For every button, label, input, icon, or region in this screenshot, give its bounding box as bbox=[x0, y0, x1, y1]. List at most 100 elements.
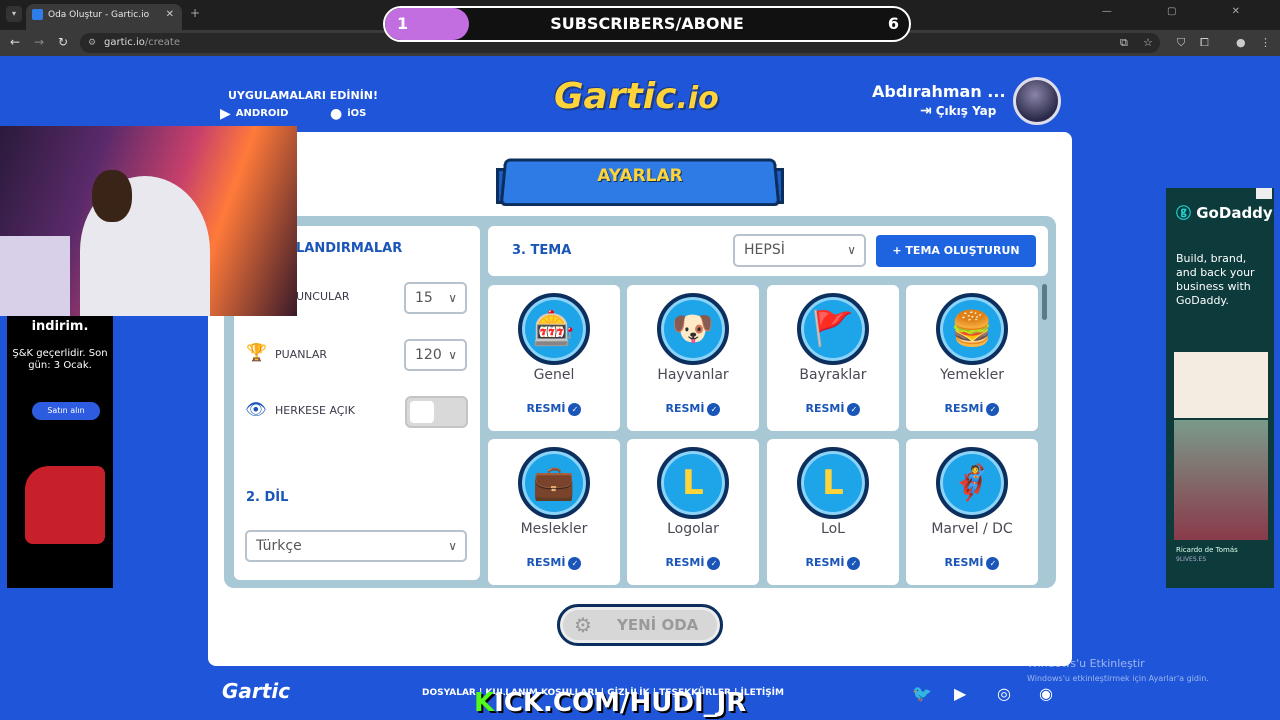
windows-activate-subtitle: Windows'u etkinleştirmek için Ayarlar'a … bbox=[1027, 674, 1209, 683]
theme-icon-glyph: 🐶 bbox=[671, 309, 715, 349]
ios-link[interactable]: ● iOS bbox=[330, 106, 366, 122]
youtube-icon[interactable]: ▶ bbox=[954, 684, 966, 703]
official-badge: RESMİ ✓ bbox=[767, 402, 899, 416]
theme-icon-glyph: 🎰 bbox=[532, 309, 576, 349]
twitter-icon[interactable]: 🐦 bbox=[912, 684, 932, 703]
official-badge: RESMİ ✓ bbox=[767, 556, 899, 570]
windows-activate-title: Windows'u Etkinleştir bbox=[1027, 657, 1145, 670]
verified-check-icon: ✓ bbox=[568, 557, 582, 570]
footer-logo[interactable]: Gartic bbox=[222, 679, 290, 703]
language-select[interactable]: Türkçe ∨ bbox=[245, 530, 467, 562]
theme-name: Bayraklar bbox=[799, 367, 867, 383]
reload-icon[interactable]: ↻ bbox=[58, 35, 68, 49]
bookmark-star-icon[interactable]: ☆ bbox=[1143, 36, 1153, 49]
theme-tile[interactable]: L LoL RESMİ ✓ bbox=[767, 439, 899, 585]
burger-icon: 🍔 bbox=[936, 293, 1008, 365]
public-toggle[interactable] bbox=[405, 396, 468, 428]
subscriber-goal: 6 bbox=[887, 14, 899, 33]
apps-promo-title: UYGULAMALARI EDİNİN! bbox=[228, 89, 379, 102]
tab-title: Oda Oluştur - Gartic.io bbox=[48, 10, 150, 20]
close-tab-icon[interactable]: ✕ bbox=[166, 4, 174, 26]
verified-check-icon: ✓ bbox=[568, 403, 582, 416]
discord-icon[interactable]: ◉ bbox=[1039, 684, 1053, 703]
godaddy-icon: ⓖ bbox=[1176, 204, 1192, 222]
new-tab-icon[interactable]: + bbox=[190, 6, 200, 20]
chevron-down-icon: ∨ bbox=[448, 539, 457, 553]
profile-icon[interactable]: ● bbox=[1236, 36, 1246, 49]
ad-artwork bbox=[25, 466, 105, 544]
shield-extension-icon[interactable]: ⛉ bbox=[1177, 36, 1185, 50]
right-ad-banner[interactable]: ⓖ GoDaddy Build, brand, and back your bu… bbox=[1166, 188, 1274, 588]
official-badge: RESMİ ✓ bbox=[488, 402, 620, 416]
lol-icon: L bbox=[797, 447, 869, 519]
plus-icon: + bbox=[892, 244, 906, 257]
theme-icon-glyph: 🍔 bbox=[950, 309, 994, 349]
logout-link[interactable]: ⇥ Çıkış Yap bbox=[920, 103, 996, 119]
left-ad-banner[interactable]: indirim. Ş&K geçerlidir. Son gün: 3 Ocak… bbox=[7, 316, 113, 588]
points-select[interactable]: 120 ∨ bbox=[404, 339, 467, 371]
ad-choices-icon[interactable] bbox=[1256, 188, 1272, 199]
ad-buy-button[interactable]: Satın alın bbox=[32, 402, 100, 420]
eye-icon: 👁 bbox=[245, 400, 267, 420]
section-settings-title: LANDIRMALAR bbox=[296, 241, 403, 256]
gear-icon: ⚙ bbox=[574, 613, 592, 637]
verified-check-icon: ✓ bbox=[707, 403, 721, 416]
browser-tab[interactable]: Oda Oluştur - Gartic.io ✕ bbox=[26, 4, 182, 30]
theme-tile[interactable]: 🚩 Bayraklar RESMİ ✓ bbox=[767, 285, 899, 431]
chevron-down-icon: ∨ bbox=[448, 348, 457, 362]
window-controls[interactable]: — ▢ ✕ bbox=[1102, 6, 1266, 17]
play-store-icon: ▶ bbox=[220, 106, 231, 122]
gartic-logo[interactable]: Gartic.io bbox=[554, 76, 719, 117]
tab-search-icon[interactable]: ▾ bbox=[6, 6, 22, 22]
verified-check-icon: ✓ bbox=[707, 557, 721, 570]
players-label: UNCULAR bbox=[296, 290, 350, 303]
theme-icon-glyph: L bbox=[822, 463, 844, 503]
theme-filter-select[interactable]: HEPSİ ∨ bbox=[733, 234, 866, 267]
theme-name: Genel bbox=[533, 367, 575, 383]
cast-icon[interactable]: ⧉ bbox=[1120, 36, 1128, 50]
theme-icon-glyph: L bbox=[682, 463, 704, 503]
theme-tile[interactable]: L Logolar RESMİ ✓ bbox=[627, 439, 759, 585]
verified-check-icon: ✓ bbox=[986, 403, 1000, 416]
apple-icon: ● bbox=[330, 106, 343, 122]
create-theme-button[interactable]: + TEMA OLUŞTURUN bbox=[876, 235, 1036, 267]
flag-icon: 🚩 bbox=[797, 293, 869, 365]
theme-tile[interactable]: 💼 Meslekler RESMİ ✓ bbox=[488, 439, 620, 585]
android-link[interactable]: ▶ ANDROID bbox=[220, 106, 288, 122]
instagram-icon[interactable]: ◎ bbox=[997, 684, 1011, 703]
ad-body: Ş&K geçerlidir. Son gün: 3 Ocak. bbox=[12, 348, 108, 371]
new-room-button[interactable]: ⚙ YENİ ODA bbox=[557, 604, 723, 646]
avatar[interactable] bbox=[1013, 77, 1061, 125]
menu-kebab-icon[interactable]: ⋮ bbox=[1260, 36, 1271, 49]
theme-tile[interactable]: 🍔 Yemekler RESMİ ✓ bbox=[906, 285, 1038, 431]
theme-tile[interactable]: 🦸 Marvel / DC RESMİ ✓ bbox=[906, 439, 1038, 585]
site-info-icon[interactable]: ⚙ bbox=[88, 33, 96, 53]
theme-name: LoL bbox=[821, 521, 845, 537]
chevron-down-icon: ∨ bbox=[847, 243, 856, 257]
points-label: PUANLAR bbox=[275, 348, 327, 361]
ad-credit: Ricardo de Tomás bbox=[1176, 546, 1238, 554]
language-section-title: 2. DİL bbox=[246, 490, 289, 505]
extensions-icon[interactable]: ⧠ bbox=[1200, 36, 1209, 50]
theme-icon-glyph: 🚩 bbox=[811, 309, 855, 349]
theme-tile[interactable]: 🎰 Genel RESMİ ✓ bbox=[488, 285, 620, 431]
theme-tile[interactable]: 🐶 Hayvanlar RESMİ ✓ bbox=[627, 285, 759, 431]
ad-headline: indirim. bbox=[31, 319, 89, 334]
theme-scrollbar[interactable] bbox=[1042, 284, 1047, 320]
theme-icon-glyph: 💼 bbox=[532, 463, 576, 503]
ad-text: Build, brand, and back your business wit… bbox=[1176, 252, 1255, 307]
ad-website-screenshot bbox=[1174, 352, 1268, 418]
settings-title: AYARLAR bbox=[597, 166, 683, 186]
trophy-icon: 🏆 bbox=[246, 343, 268, 363]
favicon-icon bbox=[32, 9, 43, 20]
forward-icon[interactable]: → bbox=[34, 35, 44, 49]
user-name: Abdırahman ... bbox=[872, 82, 1006, 101]
kick-channel-overlay: KICK.COM/HUDI_JR bbox=[474, 688, 747, 718]
ad-brand: ⓖ GoDaddy bbox=[1176, 204, 1273, 222]
back-icon[interactable]: ← bbox=[10, 35, 20, 49]
theme-name: Meslekler bbox=[520, 521, 588, 537]
toggle-knob bbox=[410, 401, 434, 423]
logout-icon: ⇥ bbox=[920, 103, 932, 119]
ad-credit-sub: 9LIVES.ES bbox=[1176, 556, 1207, 563]
players-select[interactable]: 15 ∨ bbox=[404, 282, 467, 314]
